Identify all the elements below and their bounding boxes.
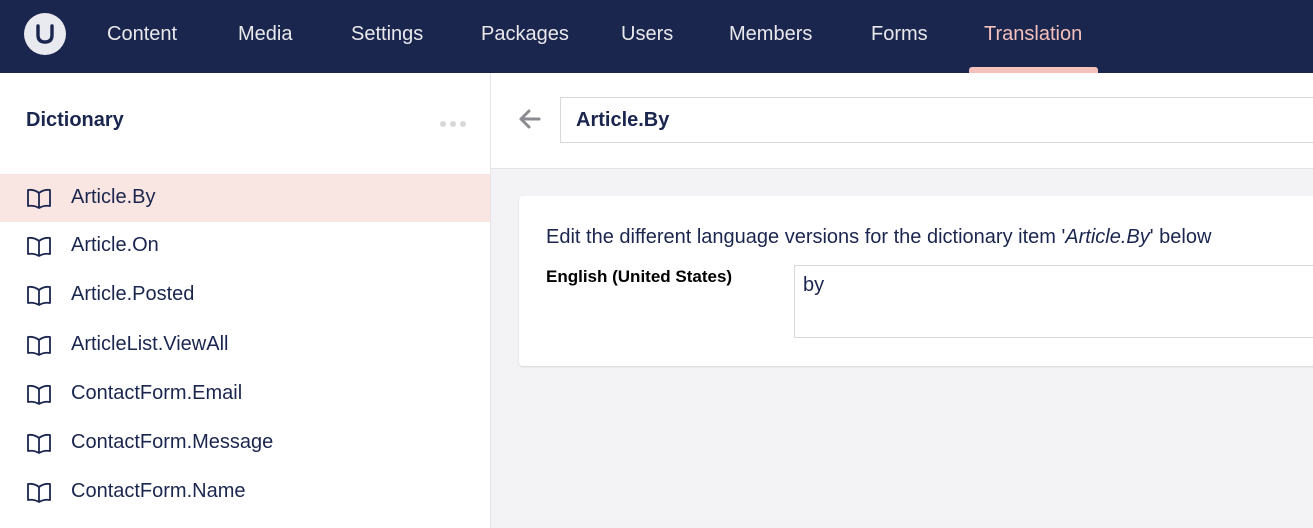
top-navigation-bar: Content Media Settings Packages Users Me… (0, 0, 1313, 73)
nav-packages[interactable]: Packages (481, 0, 569, 73)
more-options-icon[interactable] (440, 120, 468, 128)
sidebar-title: Dictionary (26, 109, 124, 131)
book-icon (27, 384, 51, 405)
tree-item-label: ArticleList.ViewAll (71, 332, 229, 355)
card-description: Edit the different language versions for… (546, 226, 1211, 249)
tree-item-label: ContactForm.Name (71, 480, 246, 503)
tree-item-article-on[interactable]: Article.On (0, 222, 490, 271)
tree-item-article-posted[interactable]: Article.Posted (0, 271, 490, 320)
sidebar: Dictionary Article.By Article.On Article… (0, 73, 491, 528)
book-icon (27, 434, 51, 455)
umbraco-logo-icon[interactable] (24, 13, 66, 55)
nav-content[interactable]: Content (107, 0, 177, 73)
tree-item-label: Article.On (71, 234, 159, 256)
nav-users[interactable]: Users (621, 0, 673, 73)
dictionary-tree: Article.By Article.On Article.Posted Art… (0, 174, 490, 518)
tree-item-label: Article.Posted (71, 283, 195, 306)
translation-card: Edit the different language versions for… (519, 196, 1313, 366)
book-icon (27, 286, 51, 307)
tree-item-label: ContactForm.Message (71, 431, 274, 454)
tree-item-contactform-name[interactable]: ContactForm.Name (0, 468, 490, 517)
tree-item-label: Article.By (71, 186, 156, 208)
tree-item-article-by[interactable]: Article.By (0, 174, 490, 222)
dictionary-item-name-input[interactable] (560, 97, 1313, 143)
book-icon (27, 188, 51, 209)
nav-media[interactable]: Media (238, 0, 292, 73)
description-suffix: ' below (1149, 226, 1212, 248)
tree-item-articlelist-viewall[interactable]: ArticleList.ViewAll (0, 321, 490, 370)
language-label: English (United States) (546, 267, 733, 286)
tree-item-label: ContactForm.Email (71, 381, 243, 404)
book-icon (27, 236, 51, 257)
nav-settings[interactable]: Settings (351, 0, 423, 73)
back-arrow-icon[interactable] (519, 109, 541, 129)
book-icon (27, 335, 51, 356)
book-icon (27, 483, 51, 504)
nav-members[interactable]: Members (729, 0, 812, 73)
translation-textarea[interactable]: by (794, 265, 1313, 338)
description-prefix: Edit the different language versions for… (546, 226, 1066, 248)
editor-header (491, 73, 1313, 169)
tree-item-contactform-email[interactable]: ContactForm.Email (0, 370, 490, 419)
nav-translation[interactable]: Translation (984, 0, 1082, 73)
tree-item-contactform-message[interactable]: ContactForm.Message (0, 419, 490, 468)
description-item-name: Article.By (1065, 226, 1150, 248)
nav-forms[interactable]: Forms (871, 0, 928, 73)
